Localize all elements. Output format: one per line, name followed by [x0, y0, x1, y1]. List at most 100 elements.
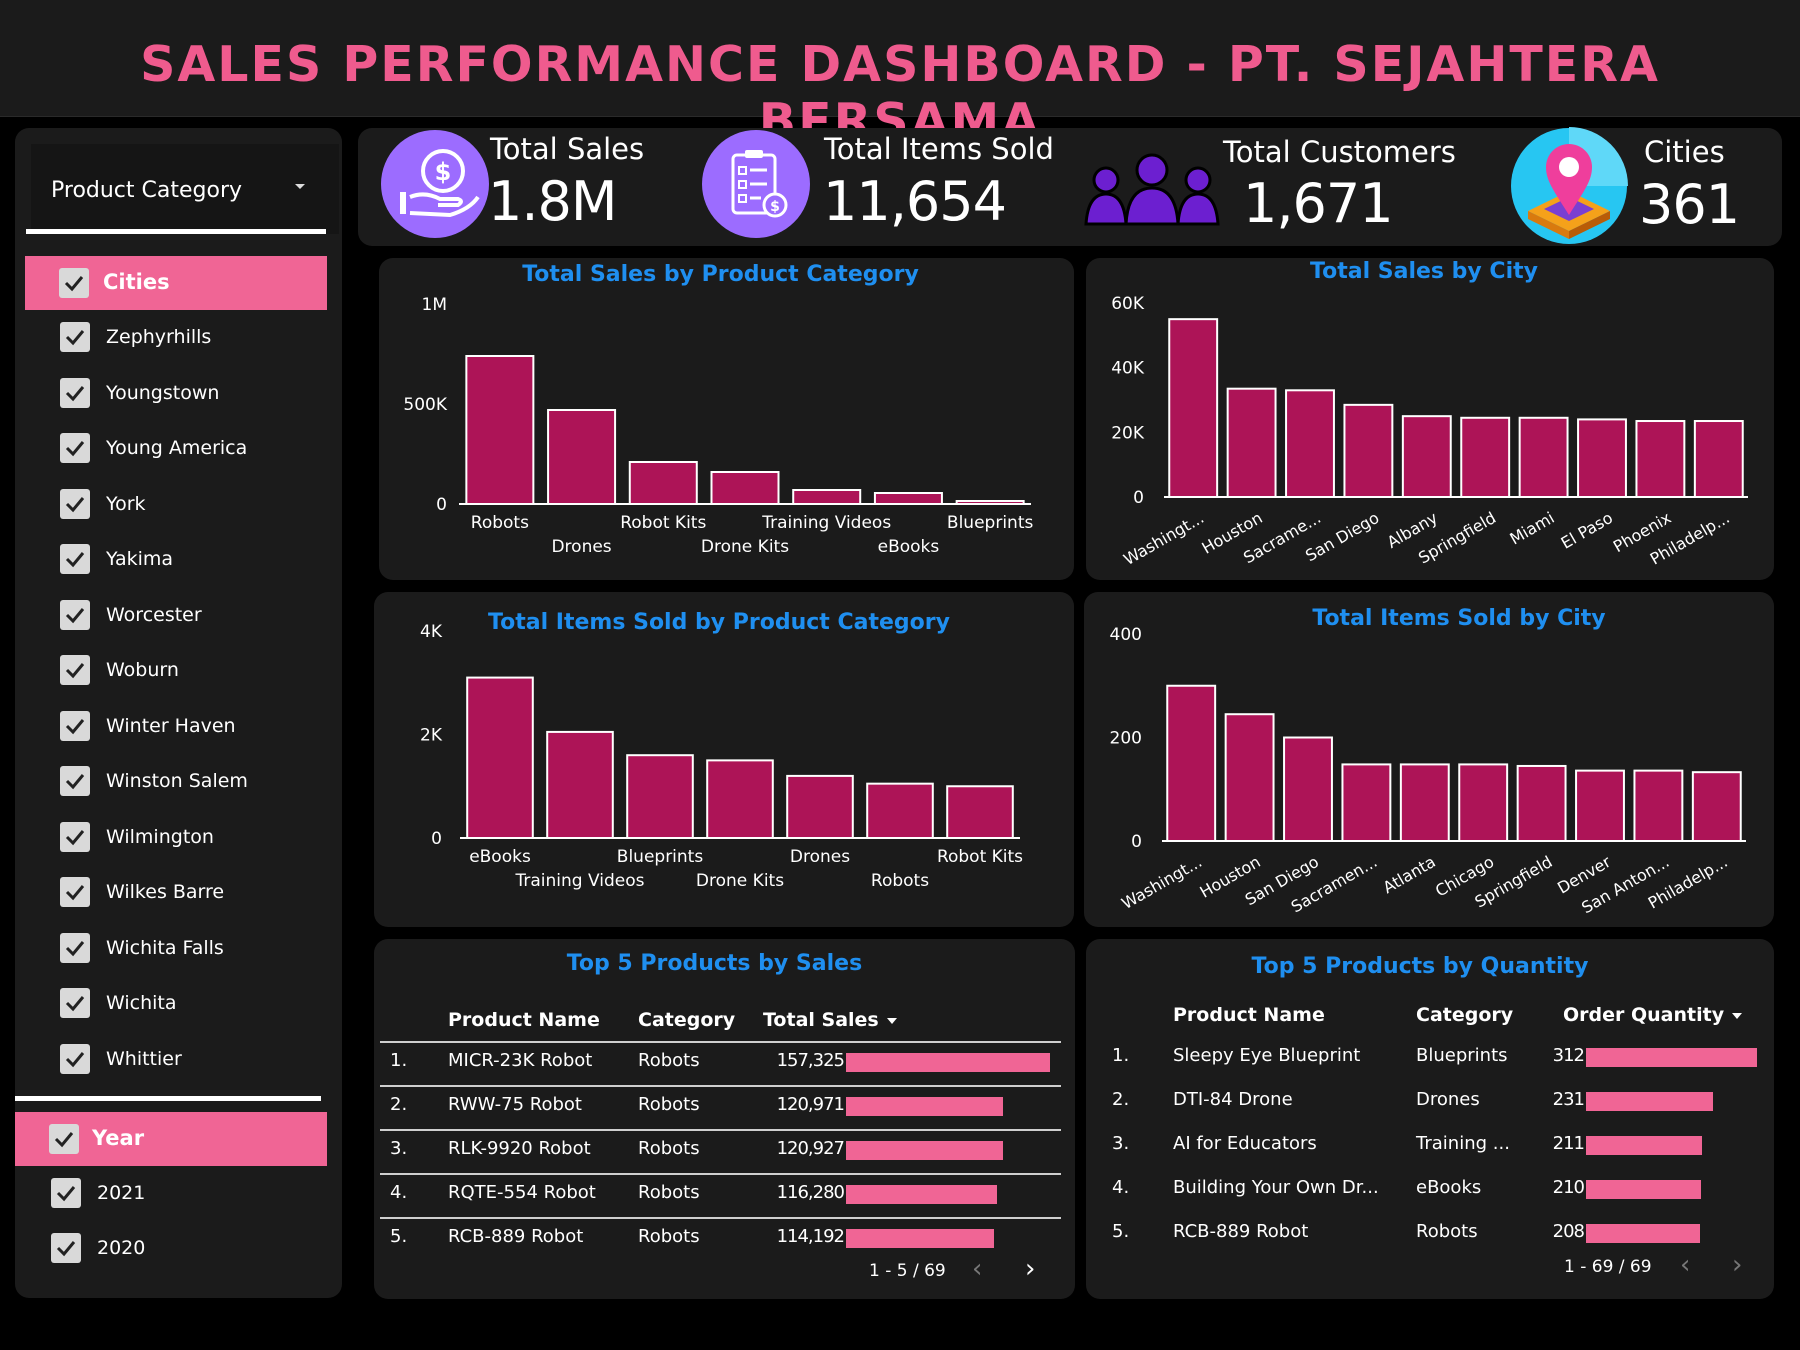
column-header-product-name[interactable]: Product Name	[448, 1009, 600, 1031]
bar[interactable]	[1577, 418, 1627, 498]
chevron-down-icon[interactable]	[295, 184, 305, 189]
checkbox[interactable]	[60, 1043, 90, 1074]
checkbox[interactable]	[51, 1233, 81, 1263]
checkbox[interactable]	[60, 988, 90, 1018]
table-row[interactable]: 3. AI for Educators Training ... 211	[1086, 1127, 1774, 1171]
sort-desc-icon[interactable]	[1732, 1012, 1743, 1019]
checkbox[interactable]	[60, 544, 90, 574]
list-item[interactable]: Youngstown	[15, 374, 315, 414]
sort-desc-icon[interactable]	[886, 1017, 897, 1024]
checkbox[interactable]	[60, 488, 90, 519]
bar[interactable]	[547, 409, 617, 505]
rank-cell: 4.	[1112, 1177, 1130, 1198]
bar[interactable]	[1401, 415, 1452, 499]
chevron-right-icon[interactable]: ›	[1732, 1252, 1742, 1278]
list-item[interactable]: Winter Haven	[15, 707, 315, 747]
table-row[interactable]: 4. Building Your Own Dr... eBooks 210	[1086, 1171, 1774, 1215]
chevron-left-icon[interactable]: ‹	[972, 1256, 982, 1282]
list-item[interactable]: Wichita	[15, 984, 315, 1024]
check-icon	[64, 276, 84, 292]
bar[interactable]	[466, 676, 534, 839]
checkbox[interactable]	[60, 821, 90, 852]
bar[interactable]	[866, 782, 934, 840]
table-row[interactable]: 3. RLK-9920 Robot Robots 120,927	[374, 1132, 1075, 1176]
bar[interactable]	[710, 471, 780, 505]
checkbox-all-cities[interactable]	[59, 268, 89, 298]
list-item[interactable]: 2020	[15, 1229, 315, 1269]
table-row[interactable]: 2. RWW-75 Robot Robots 120,971	[374, 1088, 1075, 1132]
bar[interactable]	[1575, 769, 1625, 842]
list-item[interactable]: Woburn	[15, 651, 315, 691]
checkbox[interactable]	[60, 877, 90, 907]
checkbox[interactable]	[60, 655, 90, 685]
column-header-order-quantity[interactable]: Order Quantity	[1563, 1004, 1743, 1026]
checkbox[interactable]	[60, 433, 90, 463]
year-filter-header[interactable]: Year	[15, 1112, 327, 1166]
list-item[interactable]: Wichita Falls	[15, 929, 315, 969]
chevron-left-icon[interactable]: ‹	[1680, 1252, 1690, 1278]
table-row[interactable]: 1. MICR-23K Robot Robots 157,325	[374, 1044, 1075, 1088]
category-cell: Training ...	[1416, 1133, 1510, 1154]
checkbox[interactable]	[60, 377, 90, 408]
cities-filter-header[interactable]: Cities	[25, 256, 327, 310]
bar[interactable]	[792, 489, 862, 505]
bar[interactable]	[786, 774, 854, 839]
bar[interactable]	[1516, 764, 1567, 842]
bar[interactable]	[1283, 736, 1333, 842]
table-row[interactable]: 5. RCB-889 Robot Robots 114,192	[374, 1220, 1075, 1264]
product-category-dropdown[interactable]: Product Category	[31, 144, 339, 234]
checkbox-all-years[interactable]	[49, 1124, 79, 1154]
list-item[interactable]: Worcester	[15, 596, 315, 636]
product-name-cell: RCB-889 Robot	[1173, 1221, 1309, 1242]
column-header-category[interactable]: Category	[638, 1009, 735, 1031]
checkbox[interactable]	[60, 322, 90, 352]
list-item[interactable]: Wilmington	[15, 818, 315, 858]
bar[interactable]	[1460, 416, 1511, 499]
list-item[interactable]: Zephyrhills	[15, 318, 315, 358]
bar[interactable]	[1693, 420, 1744, 498]
list-item[interactable]: Whittier	[15, 1040, 315, 1080]
bar[interactable]	[465, 355, 535, 505]
bar[interactable]	[1285, 389, 1335, 498]
list-item[interactable]: Yakima	[15, 540, 315, 580]
list-item[interactable]: Wilkes Barre	[15, 873, 315, 913]
bar[interactable]	[873, 492, 943, 505]
bar[interactable]	[1458, 763, 1509, 842]
bar[interactable]	[1633, 769, 1684, 842]
bar[interactable]	[706, 759, 774, 839]
list-item[interactable]: Winston Salem	[15, 762, 315, 802]
table-row[interactable]: 2. DTI-84 Drone Drones 231	[1086, 1083, 1774, 1127]
checkbox[interactable]	[60, 932, 90, 963]
checkbox[interactable]	[51, 1178, 81, 1208]
checkbox[interactable]	[60, 599, 90, 630]
bar[interactable]	[1341, 763, 1392, 842]
bar[interactable]	[546, 730, 614, 840]
table-row[interactable]: 1. Sleepy Eye Blueprint Blueprints 312	[1086, 1039, 1774, 1083]
table-row[interactable]: 4. RQTE-554 Robot Robots 116,280	[374, 1176, 1075, 1220]
bar[interactable]	[1691, 771, 1742, 842]
list-item-label: Zephyrhills	[106, 326, 212, 348]
bar[interactable]	[1399, 763, 1450, 842]
bar[interactable]	[1343, 403, 1394, 499]
list-item[interactable]: 2021	[15, 1174, 315, 1214]
checkbox[interactable]	[60, 710, 90, 741]
bar[interactable]	[626, 754, 694, 839]
table-row[interactable]: 5. RCB-889 Robot Robots 208	[1086, 1215, 1774, 1259]
bar[interactable]	[1166, 684, 1217, 842]
bar[interactable]	[1168, 318, 1219, 498]
chevron-right-icon[interactable]: ›	[1025, 1256, 1035, 1282]
bar[interactable]	[1226, 387, 1277, 498]
bar[interactable]	[628, 461, 698, 505]
bar[interactable]	[1635, 420, 1686, 498]
bar[interactable]	[1518, 416, 1569, 499]
list-item[interactable]: York	[15, 485, 315, 525]
bar[interactable]	[1224, 713, 1275, 842]
column-header-product-name[interactable]: Product Name	[1173, 1004, 1325, 1026]
list-item[interactable]: Young America	[15, 429, 315, 469]
column-header-total-sales[interactable]: Total Sales	[763, 1009, 897, 1031]
value-bar	[846, 1229, 995, 1248]
column-header-category[interactable]: Category	[1416, 1004, 1513, 1026]
bar[interactable]	[946, 785, 1014, 839]
checkbox[interactable]	[60, 766, 90, 796]
bar[interactable]	[955, 500, 1025, 505]
